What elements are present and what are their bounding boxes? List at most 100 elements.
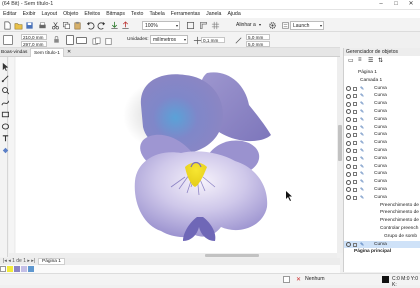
pick-tool-icon[interactable] <box>0 61 9 71</box>
fill-swatch-icon[interactable] <box>283 276 290 283</box>
lock-icon[interactable] <box>353 172 357 177</box>
lock-icon[interactable] <box>353 117 357 122</box>
tab-document[interactable]: Sem título-1 <box>30 48 64 57</box>
swatch-violet[interactable] <box>14 266 20 272</box>
tree-item-curve[interactable]: ✎ Curva <box>344 116 420 124</box>
maximize-button[interactable]: □ <box>390 0 402 9</box>
menu-tools[interactable]: Ferramentas <box>168 10 203 18</box>
all-pages-icon[interactable] <box>91 36 101 45</box>
rectangle-tool-icon[interactable] <box>0 109 10 118</box>
minimize-button[interactable]: – <box>375 0 387 9</box>
swatch-lavender[interactable] <box>21 266 27 272</box>
tree-item-curve[interactable]: ✎ Curva <box>344 139 420 147</box>
zoom-select[interactable]: 100% ▾ <box>142 21 180 30</box>
tree-item-curve[interactable]: ✎ Curva <box>344 108 420 116</box>
lock-icon[interactable] <box>353 141 357 146</box>
nudge-icon[interactable] <box>192 35 202 45</box>
visibility-eye-icon[interactable] <box>346 140 351 146</box>
no-color-swatch[interactable] <box>0 266 6 272</box>
lock-icon[interactable] <box>353 86 357 91</box>
tree-item-curve[interactable]: ✎ Curva <box>344 170 420 178</box>
lock-icon[interactable] <box>353 102 357 107</box>
swatch-blue[interactable] <box>28 266 34 272</box>
tree-item-curve[interactable]: ✎ Curva <box>344 147 420 155</box>
page-nav-arrows-icon[interactable]: |◂ ◂ 1 de 1 ▸ ▸| <box>3 258 35 265</box>
settings-gear-icon[interactable] <box>267 20 276 29</box>
close-button[interactable]: ✕ <box>405 0 417 9</box>
tree-page-node[interactable]: Página 1 <box>344 69 420 77</box>
menu-object[interactable]: Objeto <box>60 10 81 18</box>
page-height-field[interactable]: 297,0 mm <box>21 41 47 47</box>
lock-icon[interactable] <box>353 242 357 247</box>
menu-bitmaps[interactable]: Bitmaps <box>103 10 128 18</box>
tree-item-fill[interactable]: Preenchimento de <box>344 217 420 225</box>
snap-to-select[interactable]: Alinhar a ▾ <box>234 21 262 30</box>
page-tab-1[interactable]: Página 1 <box>38 258 65 265</box>
menu-text[interactable]: Texto <box>128 10 146 18</box>
swatch-yellow[interactable] <box>7 266 13 272</box>
copy-icon[interactable] <box>61 20 70 29</box>
shape-tool-icon[interactable] <box>0 73 9 83</box>
freehand-tool-icon[interactable] <box>0 97 10 106</box>
menu-help[interactable]: Ajuda <box>224 10 243 18</box>
vertical-scroll-thumb[interactable] <box>338 125 342 161</box>
tree-master-page[interactable]: Página principal <box>344 248 420 256</box>
duplicate-y-field[interactable]: 5,0 mm <box>246 41 270 47</box>
tree-item-fill[interactable]: Preenchimento de <box>344 209 420 217</box>
current-page-icon[interactable] <box>103 36 112 45</box>
visibility-eye-icon[interactable] <box>346 171 351 177</box>
visibility-eye-icon[interactable] <box>346 86 351 92</box>
visibility-eye-icon[interactable] <box>346 156 351 162</box>
tree-item-curve[interactable]: ✎ Curva <box>344 85 420 93</box>
tree-item-curve[interactable]: ✎ Curva <box>344 100 420 108</box>
visibility-eye-icon[interactable] <box>346 179 351 185</box>
lock-icon[interactable] <box>353 133 357 138</box>
visibility-eye-icon[interactable] <box>346 132 351 138</box>
menu-view[interactable]: Exibir <box>20 10 39 18</box>
rulers-icon[interactable] <box>198 20 207 29</box>
launch-select[interactable]: Launch ▾ <box>290 21 324 30</box>
tree-item-curve[interactable]: ✎ Curva <box>344 92 420 100</box>
visibility-eye-icon[interactable] <box>346 125 351 131</box>
tree-item-fill-control[interactable]: Controlar preench <box>344 225 420 233</box>
open-folder-icon[interactable] <box>13 20 23 30</box>
tree-layer-node[interactable]: Camada 1 <box>344 77 420 85</box>
page-width-field[interactable]: 210,0 mm <box>21 34 47 40</box>
tab-close-icon[interactable]: ✕ <box>67 48 71 57</box>
visibility-eye-icon[interactable] <box>346 187 351 193</box>
fill-tool-icon[interactable] <box>0 145 9 154</box>
application-launcher-icon[interactable] <box>280 20 289 29</box>
lock-icon[interactable] <box>353 180 357 185</box>
grid-icon[interactable] <box>210 20 220 30</box>
visibility-eye-icon[interactable] <box>346 164 351 170</box>
outline-swatch-icon[interactable] <box>382 276 389 283</box>
lock-icon[interactable] <box>353 187 357 192</box>
undo-icon[interactable] <box>85 20 95 30</box>
lock-icon[interactable] <box>353 156 357 161</box>
lock-icon[interactable] <box>353 148 357 153</box>
show-properties-icon[interactable]: ☰ <box>368 57 373 64</box>
tree-item-curve[interactable]: ✎ Curva <box>344 194 420 202</box>
lock-icon[interactable] <box>353 94 357 99</box>
menu-layout[interactable]: Layout <box>39 10 61 18</box>
export-icon[interactable] <box>120 20 129 30</box>
redo-icon[interactable] <box>96 20 106 30</box>
menu-edit[interactable]: Editar <box>0 10 20 18</box>
lock-icon[interactable] <box>353 195 357 200</box>
landscape-icon[interactable] <box>76 37 87 44</box>
paste-icon[interactable] <box>72 20 81 30</box>
visibility-eye-icon[interactable] <box>346 148 351 154</box>
tree-item-curve[interactable]: ✎ Curva <box>344 163 420 171</box>
visibility-eye-icon[interactable] <box>346 101 351 107</box>
lock-icon[interactable] <box>353 109 357 114</box>
text-tool-icon[interactable] <box>0 133 9 142</box>
menu-table[interactable]: Tabela <box>146 10 167 18</box>
menu-effects[interactable]: Efeitos <box>81 10 103 18</box>
save-icon[interactable] <box>24 20 33 29</box>
new-document-icon[interactable] <box>2 20 11 30</box>
menu-window[interactable]: Janela <box>203 10 224 18</box>
visibility-eye-icon[interactable] <box>346 195 351 201</box>
units-select[interactable]: milímetros ▾ <box>150 35 188 44</box>
tree-item-curve-selected[interactable]: ✎ Curva <box>344 240 420 249</box>
tree-item-curve[interactable]: ✎ Curva <box>344 124 420 132</box>
